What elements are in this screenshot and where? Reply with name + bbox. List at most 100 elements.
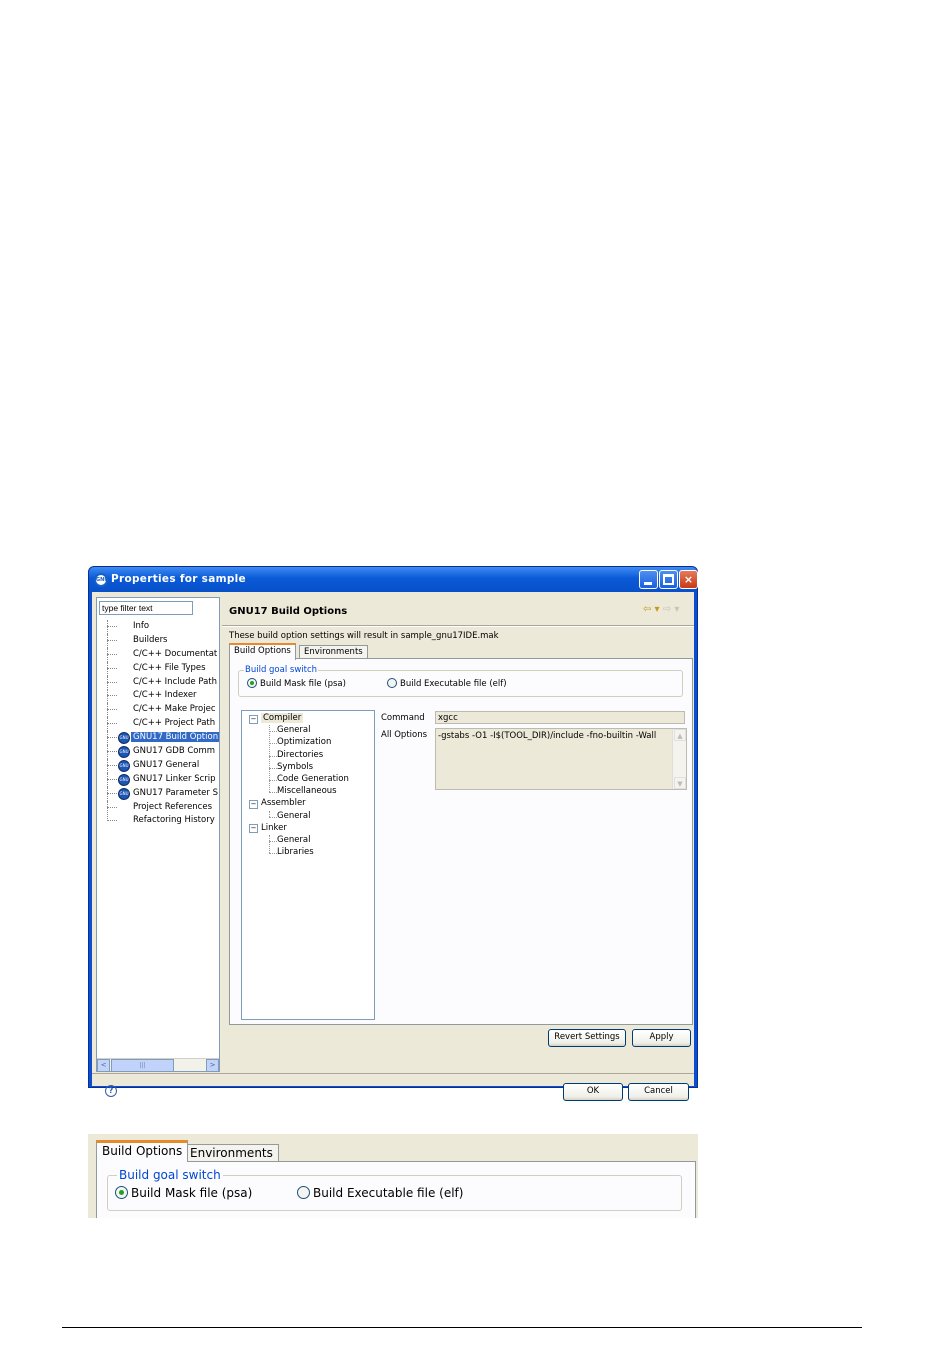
- sidebar-item-label: Refactoring History: [133, 815, 215, 826]
- sidebar-item-label: C/C++ Project Path: [133, 718, 216, 729]
- sidebar-item[interactable]: GNU GNU17 Build Option: [97, 731, 219, 746]
- sidebar-item[interactable]: Refactoring History: [97, 814, 219, 828]
- tree-connector: [269, 816, 277, 818]
- sidebar-item[interactable]: GNU GNU17 Parameter S: [97, 786, 219, 801]
- tree-item[interactable]: Libraries: [277, 847, 314, 857]
- tree-connector: [107, 639, 117, 641]
- scroll-right-icon[interactable]: >: [206, 1059, 219, 1071]
- sidebar-item[interactable]: C/C++ Documentat: [97, 647, 219, 662]
- horizontal-scrollbar[interactable]: < ||| >: [97, 1058, 219, 1071]
- collapse-icon[interactable]: −: [249, 714, 258, 724]
- tree-connector: [269, 835, 270, 854]
- tree-connector: [269, 792, 277, 794]
- dialog-client-area: Info Builders C/C++ Documentat C/C++ File T…: [92, 592, 694, 1101]
- properties-dialog: GNU Properties for sample × Info Builders…: [88, 566, 698, 1101]
- scroll-down-icon[interactable]: ▼: [674, 777, 686, 789]
- tree-item[interactable]: Directories: [277, 750, 323, 760]
- tab-build-options[interactable]: Build Options: [229, 643, 296, 660]
- tree-item[interactable]: General: [277, 725, 311, 735]
- zoom-radio-exec-label: Build Executable file (elf): [313, 1186, 464, 1200]
- sidebar-item[interactable]: Builders: [97, 633, 219, 648]
- tree-item[interactable]: Optimization: [277, 737, 331, 747]
- maximize-button[interactable]: [659, 570, 678, 589]
- gnu-icon: GNU: [118, 746, 130, 759]
- tab-environments[interactable]: Environments: [299, 645, 368, 659]
- gnu-icon: GNU: [118, 759, 130, 772]
- tree-item[interactable]: General: [277, 835, 311, 845]
- tree-category[interactable]: Assembler: [261, 798, 306, 808]
- tree-connector: [107, 717, 108, 732]
- forward-arrow-icon[interactable]: ⇨ ▾: [663, 604, 680, 615]
- tree-item[interactable]: Miscellaneous: [277, 786, 337, 796]
- sidebar-item-label: GNU17 GDB Comm: [133, 746, 216, 757]
- sidebar-item[interactable]: C/C++ Make Projec: [97, 703, 219, 718]
- sidebar-item-label: GNU17 General: [133, 759, 200, 770]
- sidebar-item[interactable]: C/C++ Project Path: [97, 717, 219, 732]
- tree-item[interactable]: Code Generation: [277, 774, 349, 784]
- filter-input[interactable]: [99, 601, 193, 615]
- scroll-left-icon[interactable]: <: [97, 1059, 110, 1071]
- title-separator: [222, 625, 694, 627]
- scroll-up-icon[interactable]: ▲: [674, 729, 686, 741]
- zoom-tab-build-options[interactable]: Build Options: [96, 1140, 189, 1162]
- tree-connector: [107, 737, 117, 739]
- tree-item[interactable]: General: [277, 811, 311, 821]
- gnu-icon: GNU: [118, 787, 130, 800]
- zoom-tab-environments[interactable]: Environments: [184, 1144, 279, 1162]
- radio-build-mask[interactable]: Build Mask file (psa): [247, 678, 346, 689]
- sidebar-item-label: Project References: [133, 801, 213, 812]
- close-button[interactable]: ×: [679, 570, 698, 589]
- tree-item[interactable]: Symbols: [277, 762, 313, 772]
- vertical-scrollbar[interactable]: ▲ ▼: [672, 729, 686, 789]
- help-icon[interactable]: ?: [105, 1085, 117, 1097]
- radio-build-executable[interactable]: Build Executable file (elf): [387, 678, 507, 689]
- tree-connector: [107, 806, 117, 808]
- tree-category[interactable]: Linker: [261, 823, 287, 833]
- build-goal-group: Build goal switch Build Mask file (psa) …: [238, 665, 683, 697]
- sidebar-item[interactable]: GNU GNU17 General: [97, 758, 219, 773]
- sidebar-item[interactable]: Project References: [97, 800, 219, 815]
- sidebar-item[interactable]: GNU GNU17 Linker Scrip: [97, 772, 219, 787]
- radio-selected-icon[interactable]: [115, 1186, 128, 1199]
- group-title: Build goal switch: [244, 665, 319, 675]
- info-text: These build option settings will result …: [229, 631, 499, 641]
- scroll-thumb[interactable]: |||: [111, 1059, 174, 1071]
- title-bar[interactable]: GNU Properties for sample ×: [89, 567, 698, 592]
- sidebar-item[interactable]: C/C++ File Types: [97, 661, 219, 676]
- ok-button[interactable]: OK: [563, 1083, 623, 1101]
- sidebar-item[interactable]: Info: [97, 620, 219, 634]
- radio-unselected-icon[interactable]: [387, 678, 397, 688]
- tree-connector: [269, 810, 270, 817]
- zoom-radio-build-mask[interactable]: Build Mask file (psa): [115, 1186, 252, 1200]
- sidebar-item-label: GNU17 Build Option: [131, 732, 219, 743]
- tree-connector: [107, 667, 117, 669]
- radio-unselected-icon[interactable]: [297, 1186, 310, 1199]
- apply-button[interactable]: Apply: [632, 1029, 691, 1047]
- command-field[interactable]: xgcc: [435, 711, 685, 724]
- tree-connector: [269, 731, 277, 733]
- app-icon: GNU: [94, 573, 108, 587]
- sidebar-item-label: Info: [133, 621, 150, 631]
- tree-connector: [107, 703, 108, 718]
- minimize-button[interactable]: [639, 570, 658, 589]
- zoom-radio-mask-label: Build Mask file (psa): [131, 1186, 253, 1200]
- sidebar-item[interactable]: C/C++ Indexer: [97, 689, 219, 704]
- sidebar-item[interactable]: GNU GNU17 GDB Comm: [97, 745, 219, 760]
- zoom-radio-build-executable[interactable]: Build Executable file (elf): [297, 1186, 463, 1200]
- tree-connector: [269, 853, 277, 855]
- collapse-icon[interactable]: −: [249, 799, 258, 809]
- sidebar-item[interactable]: C/C++ Include Path: [97, 675, 219, 690]
- property-page-list: Info Builders C/C++ Documentat C/C++ File T…: [96, 597, 220, 1072]
- back-arrow-icon[interactable]: ⇦ ▾: [643, 604, 660, 615]
- collapse-icon[interactable]: −: [249, 824, 258, 834]
- tree-connector: [107, 800, 108, 815]
- revert-settings-button[interactable]: Revert Settings: [548, 1029, 626, 1047]
- tree-connector: [107, 675, 108, 690]
- tree-connector: [107, 653, 117, 655]
- all-options-field[interactable]: -gstabs -O1 -I$(TOOL_DIR)/include -fno-b…: [435, 728, 687, 790]
- tree-category[interactable]: Compiler: [261, 713, 304, 723]
- radio-selected-icon[interactable]: [247, 678, 257, 688]
- all-options-label: All Options: [381, 730, 428, 740]
- page-title: GNU17 Build Options: [229, 606, 348, 617]
- cancel-button[interactable]: Cancel: [628, 1083, 689, 1101]
